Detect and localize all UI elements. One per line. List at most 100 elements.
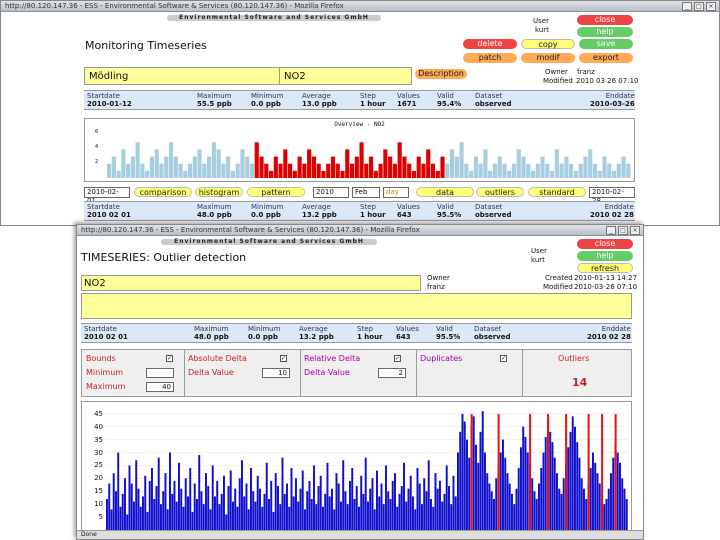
- created-value: 2010-01-13 14:27: [574, 274, 638, 282]
- duplicates-checkbox[interactable]: ✓: [500, 355, 507, 362]
- overview-bar: [364, 163, 369, 178]
- series-bar: [337, 483, 340, 530]
- series-bar: [481, 411, 484, 530]
- window-titlebar[interactable]: http://80.120.147.36 - ESS - Environment…: [77, 225, 643, 236]
- series-bar: [317, 486, 320, 530]
- series-bar: [148, 480, 151, 530]
- overview-chart[interactable]: [107, 128, 631, 178]
- panel-divider: [300, 350, 301, 396]
- series-bar: [556, 473, 558, 530]
- save-button[interactable]: save: [579, 39, 633, 49]
- y-tick-label: 15: [94, 487, 103, 496]
- series-bar: [461, 413, 464, 530]
- export-button[interactable]: export: [579, 53, 633, 63]
- stat-values-header: Values: [396, 325, 419, 333]
- relative-delta-input[interactable]: 2: [378, 368, 406, 378]
- overview-bar: [611, 170, 617, 178]
- overview-bar: [583, 156, 588, 178]
- standard-button[interactable]: standard: [528, 187, 586, 197]
- series-bar: [488, 483, 491, 530]
- series-bar: [439, 480, 441, 530]
- overview-bar: [149, 156, 155, 178]
- series-bar: [272, 511, 275, 530]
- delete-button[interactable]: delete: [463, 39, 517, 49]
- stat-enddate-value: 2010 02 28: [590, 211, 634, 219]
- bounds-label: Bounds: [86, 354, 116, 363]
- minimum-input[interactable]: [146, 368, 174, 378]
- panel-divider: [416, 350, 417, 396]
- pattern-button[interactable]: pattern: [247, 187, 305, 197]
- series-bar: [457, 452, 459, 530]
- overview-bar: [569, 163, 574, 178]
- outliers-button[interactable]: outliers: [476, 187, 524, 197]
- month-select[interactable]: Feb: [352, 187, 380, 198]
- bounds-checkbox[interactable]: ✓: [166, 355, 173, 362]
- close-window-icon[interactable]: ×: [630, 226, 640, 235]
- overview-bar: [273, 156, 278, 178]
- series-bar: [211, 465, 214, 530]
- absolute-delta-input[interactable]: 10: [262, 368, 290, 378]
- stat-minimum-header: Minimum: [248, 325, 281, 333]
- series-bar: [387, 491, 390, 530]
- patch-button[interactable]: patch: [463, 53, 517, 63]
- maximize-icon[interactable]: □: [694, 2, 704, 11]
- absolute-delta-checkbox[interactable]: ✓: [280, 355, 287, 362]
- stat-step-header: Step: [360, 92, 376, 100]
- series-bar: [560, 493, 563, 530]
- date-from-field[interactable]: 2010-02-01: [84, 187, 130, 205]
- help-button[interactable]: help: [577, 251, 633, 261]
- series-bar: [382, 504, 385, 530]
- overview-bar: [135, 142, 140, 178]
- outlier-chart[interactable]: [106, 406, 628, 530]
- maximize-icon[interactable]: □: [618, 226, 628, 235]
- year-select[interactable]: 2010: [313, 187, 349, 198]
- outliers-label: Outliers: [558, 354, 590, 363]
- series-bar: [610, 473, 612, 530]
- parameter-name: NO2: [284, 71, 306, 82]
- modify-button[interactable]: modif: [521, 53, 575, 63]
- date-to-field[interactable]: 2010-02-28: [589, 187, 635, 205]
- stat-values-value: 1671: [397, 100, 417, 108]
- copy-button[interactable]: copy: [521, 39, 575, 49]
- overview-bar: [245, 156, 250, 178]
- close-button[interactable]: close: [577, 15, 633, 25]
- window-titlebar[interactable]: http://80.120.147.36 - ESS - Environment…: [1, 1, 719, 12]
- stat-minimum-value: 0.0 ppb: [251, 100, 281, 108]
- overview-bar: [621, 156, 626, 178]
- description-panel[interactable]: [81, 293, 632, 319]
- relative-delta-checkbox[interactable]: ✓: [394, 355, 401, 362]
- overview-bar: [288, 163, 293, 178]
- stat-dataset-header: Dataset: [475, 92, 503, 100]
- data-button[interactable]: data: [416, 187, 474, 197]
- minimize-icon[interactable]: _: [606, 226, 616, 235]
- series-bar: [270, 480, 273, 530]
- help-button[interactable]: help: [577, 27, 633, 37]
- overview-bar: [207, 156, 212, 178]
- overview-bar: [202, 163, 207, 178]
- description-button[interactable]: Description: [415, 69, 467, 79]
- minimize-icon[interactable]: _: [682, 2, 692, 11]
- stat-maximum-value: 55.5 ppb: [197, 100, 232, 108]
- overview-bar: [221, 163, 226, 178]
- series-bar: [268, 499, 270, 530]
- overview-bar: [388, 156, 393, 178]
- series-bar: [256, 475, 259, 530]
- comparison-button[interactable]: comparison: [134, 187, 192, 197]
- series-bar: [574, 426, 576, 530]
- series-bar: [171, 493, 174, 530]
- unit-select[interactable]: day: [383, 187, 409, 198]
- histogram-button[interactable]: histogram: [195, 187, 243, 197]
- refresh-button[interactable]: refresh: [577, 263, 633, 273]
- series-bar: [315, 504, 318, 530]
- overview-bar: [626, 163, 631, 178]
- overview-bar: [183, 170, 188, 178]
- close-window-icon[interactable]: ×: [706, 2, 716, 11]
- close-button[interactable]: close: [577, 239, 633, 249]
- maximum-input[interactable]: 40: [146, 382, 174, 392]
- series-bar: [515, 488, 518, 530]
- series-bar: [373, 509, 376, 530]
- series-bar: [542, 452, 545, 530]
- series-bar: [254, 501, 257, 530]
- series-bar: [130, 483, 133, 530]
- series-bar: [378, 496, 381, 530]
